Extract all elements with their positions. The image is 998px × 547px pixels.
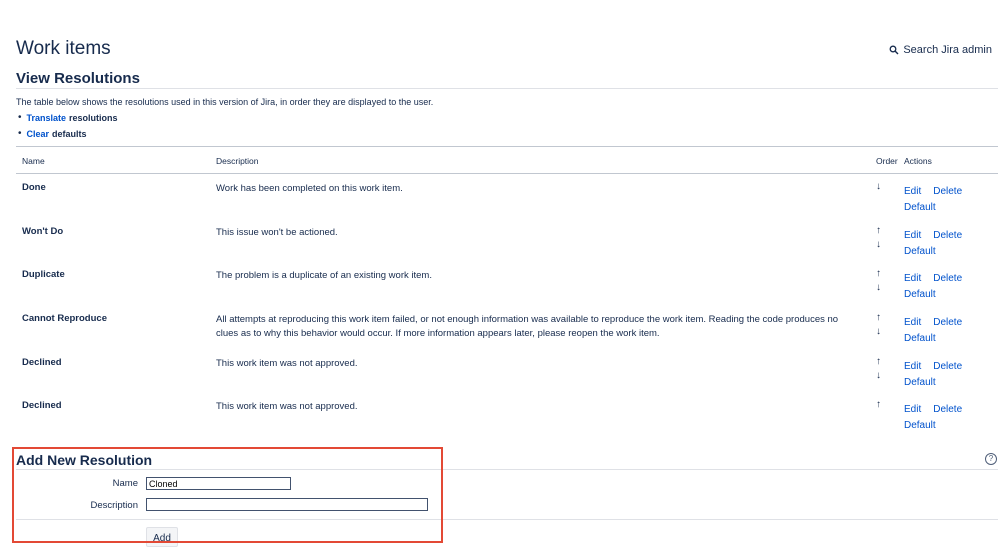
move-down-icon[interactable]: ↓: [876, 239, 888, 253]
clear-link[interactable]: Clear: [27, 128, 50, 140]
list-item: Cleardefaults: [18, 126, 118, 142]
row-actions: Edit Delete Default: [904, 402, 962, 434]
move-down-icon[interactable]: ↓: [876, 370, 888, 384]
table-header: Name Description Order Actions: [16, 146, 998, 174]
list-item-text: defaults: [52, 129, 87, 139]
default-link[interactable]: Default: [904, 289, 936, 300]
default-link[interactable]: Default: [904, 246, 936, 257]
default-link[interactable]: Default: [904, 420, 936, 431]
resolution-name: Duplicate: [22, 269, 65, 281]
move-up-icon[interactable]: ↑: [876, 399, 888, 413]
delete-link[interactable]: Delete: [933, 361, 962, 372]
move-down-icon[interactable]: ↓: [876, 282, 888, 296]
help-icon[interactable]: ?: [985, 453, 997, 465]
resolution-name: Cannot Reproduce: [22, 313, 107, 325]
delete-link[interactable]: Delete: [933, 317, 962, 328]
delete-link[interactable]: Delete: [933, 186, 962, 197]
move-down-icon[interactable]: ↓: [876, 326, 888, 340]
table-row: Duplicate The problem is a duplicate of …: [16, 261, 998, 305]
order-controls: ↓: [876, 181, 888, 195]
list-item: Translateresolutions: [18, 110, 118, 126]
move-up-icon[interactable]: ↑: [876, 268, 888, 282]
column-header-description: Description: [216, 156, 259, 166]
search-jira-admin-link[interactable]: Search Jira admin: [889, 44, 992, 56]
intro-text: The table below shows the resolutions us…: [16, 97, 434, 107]
edit-link[interactable]: Edit: [904, 404, 921, 415]
edit-link[interactable]: Edit: [904, 273, 921, 284]
order-controls: ↑ ↓: [876, 268, 888, 296]
resolution-description: This work item was not approved.: [216, 401, 358, 413]
resolution-description: The problem is a duplicate of an existin…: [216, 270, 432, 282]
column-header-order: Order: [876, 156, 898, 166]
delete-link[interactable]: Delete: [933, 404, 962, 415]
default-link[interactable]: Default: [904, 377, 936, 388]
resolution-name: Declined: [22, 400, 62, 412]
resolution-description: This issue won't be actioned.: [216, 226, 338, 238]
table-row: Won't Do This issue won't be actioned. ↑…: [16, 218, 998, 262]
resolutions-table: Name Description Order Actions Done Work…: [16, 146, 998, 436]
column-header-actions: Actions: [904, 156, 932, 166]
resolution-description: This work item was not approved.: [216, 357, 358, 369]
move-up-icon[interactable]: ↑: [876, 356, 888, 370]
highlight-box: [12, 447, 443, 543]
row-actions: Edit Delete Default: [904, 184, 962, 216]
table-row: Cannot Reproduce All attempts at reprodu…: [16, 305, 998, 349]
resolution-name: Declined: [22, 356, 62, 368]
default-link[interactable]: Default: [904, 333, 936, 344]
edit-link[interactable]: Edit: [904, 361, 921, 372]
resolution-name: Won't Do: [22, 225, 64, 237]
row-actions: Edit Delete Default: [904, 359, 962, 391]
row-actions: Edit Delete Default: [904, 271, 962, 303]
row-actions: Edit Delete Default: [904, 315, 962, 347]
table-row: Declined This work item was not approved…: [16, 392, 998, 436]
default-link[interactable]: Default: [904, 202, 936, 213]
row-actions: Edit Delete Default: [904, 228, 962, 260]
move-up-icon[interactable]: ↑: [876, 225, 888, 239]
search-jira-admin-label: Search Jira admin: [903, 44, 992, 56]
table-row: Done Work has been completed on this wor…: [16, 174, 998, 218]
table-row: Declined This work item was not approved…: [16, 349, 998, 393]
edit-link[interactable]: Edit: [904, 317, 921, 328]
order-controls: ↑ ↓: [876, 225, 888, 253]
resolution-name: Done: [22, 182, 46, 193]
resolution-description: Work has been completed on this work ite…: [216, 183, 403, 194]
translate-link[interactable]: Translate: [27, 112, 67, 124]
edit-link[interactable]: Edit: [904, 230, 921, 241]
option-list: Translateresolutions Cleardefaults: [18, 110, 118, 142]
search-icon: [889, 45, 899, 55]
order-controls: ↑ ↓: [876, 356, 888, 384]
order-controls: ↑: [876, 399, 888, 413]
column-header-name: Name: [22, 156, 45, 166]
page-title: Work items: [16, 38, 111, 59]
section-title: View Resolutions: [16, 70, 140, 87]
order-controls: ↑ ↓: [876, 312, 888, 340]
move-down-icon[interactable]: ↓: [876, 181, 888, 195]
move-up-icon[interactable]: ↑: [876, 312, 888, 326]
delete-link[interactable]: Delete: [933, 273, 962, 284]
edit-link[interactable]: Edit: [904, 186, 921, 197]
list-item-text: resolutions: [69, 113, 118, 123]
section-divider: [16, 88, 998, 89]
delete-link[interactable]: Delete: [933, 230, 962, 241]
resolution-description: All attempts at reproducing this work it…: [216, 314, 839, 340]
